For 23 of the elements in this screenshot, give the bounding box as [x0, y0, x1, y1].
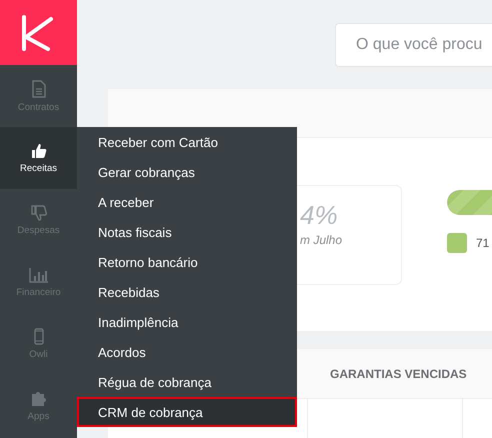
stat-caption: m Julho: [300, 232, 342, 246]
thumbs-down-icon: [30, 204, 46, 220]
puzzle-icon: [30, 390, 48, 407]
thumbs-up-icon: [30, 142, 46, 158]
menu-item[interactable]: CRM de cobrança: [77, 397, 297, 427]
menu-item[interactable]: Acordos: [77, 337, 297, 367]
sidebar-item[interactable]: Receitas: [0, 127, 77, 189]
phone-icon: [34, 328, 44, 345]
menu-item[interactable]: Retorno bancário: [77, 247, 297, 277]
logo[interactable]: [0, 0, 77, 65]
menu-item[interactable]: Recebidas: [77, 277, 297, 307]
tab[interactable]: GARANTIAS VENCIDAS: [330, 366, 467, 380]
bar-chart-icon: [28, 266, 48, 282]
legend-value: 71: [476, 236, 490, 250]
menu-item[interactable]: Gerar cobranças: [77, 157, 297, 187]
menu-item[interactable]: Inadimplência: [77, 307, 297, 337]
search-field[interactable]: O que você procu: [335, 22, 492, 66]
menu-item[interactable]: A receber: [77, 187, 297, 217]
menu-item[interactable]: Régua de cobrança: [77, 367, 297, 397]
stat-value: 4%: [300, 200, 338, 230]
menu-item[interactable]: Receber com Cartão: [77, 127, 297, 157]
menu-item[interactable]: Notas fiscais: [77, 217, 297, 247]
document-icon: [32, 80, 46, 98]
